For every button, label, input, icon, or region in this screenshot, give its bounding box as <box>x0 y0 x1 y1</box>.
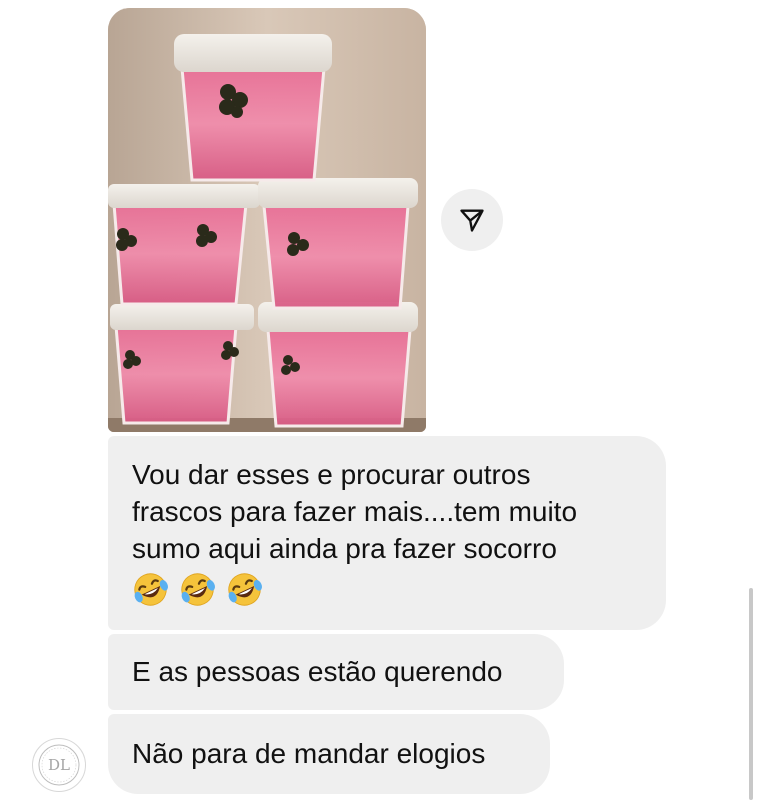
share-button[interactable] <box>441 189 503 251</box>
message-text-line: Vou dar esses e procurar outros <box>132 459 531 490</box>
message-bubble[interactable]: Vou dar esses e procurar outros frascos … <box>108 436 666 630</box>
candle-jars-photo <box>108 8 426 432</box>
message-text: E as pessoas estão querendo <box>132 656 503 687</box>
rolling-on-floor-laughing-emoji <box>134 573 168 606</box>
message-text: Não para de mandar elogios <box>132 738 486 769</box>
chat-screen: Vou dar esses e procurar outros frascos … <box>0 0 760 800</box>
message-bubble[interactable]: E as pessoas estão querendo <box>108 634 564 710</box>
rolling-on-floor-laughing-emoji <box>228 573 262 606</box>
photo-message[interactable] <box>108 8 426 432</box>
message-bubble[interactable]: Não para de mandar elogios <box>108 714 550 794</box>
rolling-on-floor-laughing-emoji <box>181 573 215 606</box>
avatar-logo: DL <box>38 744 80 786</box>
emoji-row <box>132 571 642 608</box>
avatar-initials: DL <box>48 756 70 774</box>
sender-avatar[interactable]: DL <box>32 738 86 792</box>
message-text-line: frascos para fazer mais....tem muito <box>132 496 578 527</box>
send-icon <box>460 209 484 232</box>
scrollbar[interactable] <box>749 588 753 800</box>
message-text-line: sumo aqui ainda pra fazer socorro <box>132 533 557 564</box>
